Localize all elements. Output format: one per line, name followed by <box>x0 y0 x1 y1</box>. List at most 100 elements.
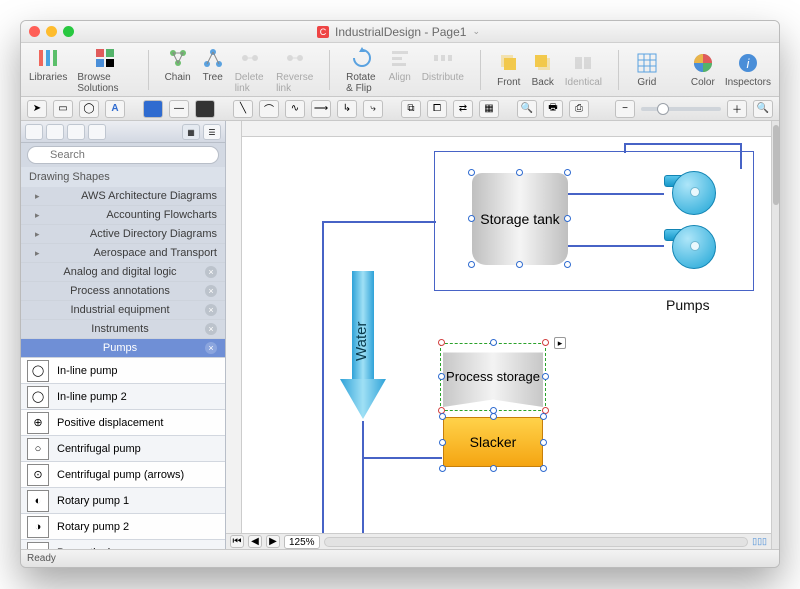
selection-handle[interactable] <box>490 413 497 420</box>
front-button[interactable]: Front <box>497 51 521 88</box>
selection-handle[interactable] <box>516 261 523 268</box>
pump-shape-1[interactable] <box>664 169 718 217</box>
shape-item[interactable]: ⊕Positive displacement <box>21 410 225 436</box>
back-button[interactable]: Back <box>531 51 555 88</box>
close-icon[interactable]: × <box>205 304 217 316</box>
sidebar-category[interactable]: AWS Architecture Diagrams <box>21 187 225 206</box>
fullscreen-window-button[interactable] <box>63 26 74 37</box>
snap-tool[interactable]: ▦ <box>479 100 499 118</box>
page-prev-icon[interactable]: ◀ <box>248 535 262 548</box>
close-icon[interactable]: × <box>205 285 217 297</box>
connector-tool-3[interactable]: ⤷ <box>363 100 383 118</box>
storage-tank-shape[interactable]: Storage tank <box>472 173 568 265</box>
page-first-icon[interactable]: ⏮ <box>230 535 244 548</box>
shape-item[interactable]: ◑Rotary pump 2 <box>21 514 225 540</box>
selection-handle[interactable] <box>468 215 475 222</box>
shape-item[interactable]: ○Centrifugal pump <box>21 436 225 462</box>
color-button[interactable]: Color <box>691 51 715 88</box>
sidebar-category[interactable]: Pumps× <box>21 339 225 358</box>
fill-tool[interactable] <box>143 100 163 118</box>
tree-button[interactable]: Tree <box>201 46 225 94</box>
search-icon[interactable]: 🔍 <box>517 100 537 118</box>
selection-handle[interactable] <box>540 413 547 420</box>
slacker-shape[interactable]: Slacker <box>443 417 543 467</box>
selection-handle[interactable] <box>490 339 497 346</box>
selection-handle[interactable] <box>564 169 571 176</box>
ellipse-tool[interactable]: ◯ <box>79 100 99 118</box>
smart-action-icon[interactable]: ▸ <box>554 337 566 349</box>
align-button[interactable]: Align <box>388 46 412 94</box>
horizontal-scrollbar[interactable] <box>324 537 749 547</box>
inspectors-button[interactable]: iInspectors <box>725 51 771 88</box>
diagram-canvas[interactable]: Storage tank Pumps <box>226 121 771 533</box>
close-window-button[interactable] <box>29 26 40 37</box>
selection-handle[interactable] <box>468 169 475 176</box>
libraries-button[interactable]: Libraries <box>29 46 67 94</box>
sidebar-category[interactable]: Active Directory Diagrams <box>21 225 225 244</box>
line-tool[interactable]: ╲ <box>233 100 253 118</box>
page-tabs-icon[interactable]: ▯▯▯ <box>752 536 767 547</box>
selection-handle[interactable] <box>564 261 571 268</box>
sidebar-grid-view[interactable]: ▦ <box>182 124 200 140</box>
selection-handle[interactable] <box>468 261 475 268</box>
export-icon[interactable]: ⎙ <box>569 100 589 118</box>
sidebar-view-3[interactable] <box>67 124 85 140</box>
rect-tool[interactable]: ▭ <box>53 100 73 118</box>
chevron-down-icon[interactable]: ⌄ <box>472 26 480 37</box>
selection-handle[interactable] <box>540 439 547 446</box>
group-tool[interactable]: ⧉ <box>401 100 421 118</box>
sidebar-list-view[interactable]: ☰ <box>203 124 221 140</box>
sidebar-view-2[interactable] <box>46 124 64 140</box>
vertical-scrollbar[interactable] <box>771 121 779 549</box>
distribute-button[interactable]: Distribute <box>422 46 464 94</box>
sidebar-category[interactable]: Process annotations× <box>21 282 225 301</box>
close-icon[interactable]: × <box>205 323 217 335</box>
water-arrow-shape[interactable]: Water <box>340 271 386 421</box>
sidebar-category[interactable]: Accounting Flowcharts <box>21 206 225 225</box>
selection-handle[interactable] <box>438 373 445 380</box>
chain-button[interactable]: Chain <box>165 46 191 94</box>
ungroup-tool[interactable]: ⧠ <box>427 100 447 118</box>
sidebar-category[interactable]: Instruments× <box>21 320 225 339</box>
shape-list[interactable]: ◯In-line pump◯In-line pump 2⊕Positive di… <box>21 358 225 549</box>
delete-link-button[interactable]: Delete link <box>235 46 266 94</box>
shape-item[interactable]: ▭Proportioning pump <box>21 540 225 549</box>
sidebar-view-1[interactable] <box>25 124 43 140</box>
reverse-link-button[interactable]: Reverse link <box>276 46 313 94</box>
rotate-flip-button[interactable]: Rotate & Flip <box>346 46 378 94</box>
selection-handle[interactable] <box>542 339 549 346</box>
arc-tool[interactable]: ⌒ <box>259 100 279 118</box>
lock-tool[interactable]: ⇄ <box>453 100 473 118</box>
shape-item[interactable]: ⊙Centrifugal pump (arrows) <box>21 462 225 488</box>
zoom-in-icon[interactable]: ＋ <box>727 100 747 118</box>
text-tool[interactable]: A <box>105 100 125 118</box>
selection-handle[interactable] <box>439 439 446 446</box>
close-icon[interactable]: × <box>205 342 217 354</box>
sidebar-category[interactable]: Analog and digital logic× <box>21 263 225 282</box>
shape-item[interactable]: ◯In-line pump 2 <box>21 384 225 410</box>
print-icon[interactable]: 🖶 <box>543 100 563 118</box>
line-style-tool[interactable]: — <box>169 100 189 118</box>
grid-button[interactable]: Grid <box>635 51 659 88</box>
sidebar-category[interactable]: Industrial equipment× <box>21 301 225 320</box>
identical-button[interactable]: Identical <box>565 51 602 88</box>
pointer-tool[interactable]: ➤ <box>27 100 47 118</box>
spline-tool[interactable]: ∿ <box>285 100 305 118</box>
pump-shape-2[interactable] <box>664 223 718 271</box>
selection-handle[interactable] <box>516 169 523 176</box>
selection-handle[interactable] <box>438 339 445 346</box>
zoom-slider[interactable] <box>641 107 721 111</box>
page-next-icon[interactable]: ▶ <box>266 535 280 548</box>
zoom-fit-icon[interactable]: 🔍 <box>753 100 773 118</box>
shape-item[interactable]: ◐Rotary pump 1 <box>21 488 225 514</box>
sidebar-view-4[interactable] <box>88 124 106 140</box>
selection-handle[interactable] <box>540 465 547 472</box>
selection-handle[interactable] <box>490 465 497 472</box>
process-storage-shape[interactable]: Process storage <box>443 345 543 407</box>
close-icon[interactable]: × <box>205 266 217 278</box>
shape-item[interactable]: ◯In-line pump <box>21 358 225 384</box>
zoom-readout[interactable]: 125% <box>284 535 320 549</box>
minimize-window-button[interactable] <box>46 26 57 37</box>
selection-handle[interactable] <box>564 215 571 222</box>
search-input[interactable] <box>27 146 219 164</box>
